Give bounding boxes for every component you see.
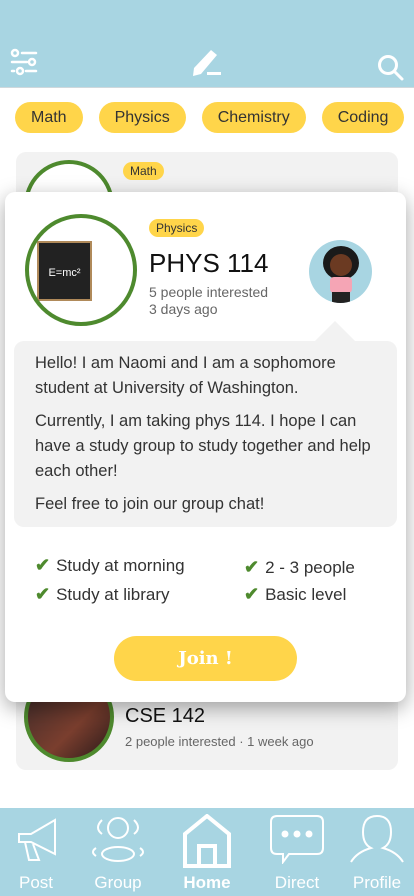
check-icon: ✔ xyxy=(244,584,260,604)
join-button[interactable]: Join ! xyxy=(114,636,297,681)
posted-time: 3 days ago xyxy=(149,301,218,317)
profile-icon xyxy=(350,815,404,863)
message-paragraph: Currently, I am taking phys 114. I hope … xyxy=(35,412,371,480)
card-tag: Math xyxy=(123,162,164,180)
top-bar xyxy=(0,0,414,88)
bottom-nav: Post Group Home Direct Profile xyxy=(0,808,414,896)
feature-item: ✔ 2 - 3 people xyxy=(244,557,355,577)
avatar[interactable] xyxy=(309,240,372,303)
nav-profile[interactable]: Profile xyxy=(337,814,414,892)
course-title: PHYS 114 xyxy=(149,248,269,278)
home-icon xyxy=(183,814,231,868)
check-icon: ✔ xyxy=(244,557,260,577)
group-detail-popup: E=mc² Physics PHYS 114 5 people interest… xyxy=(5,192,406,702)
megaphone-icon xyxy=(18,818,56,861)
interested-count: 5 people interested xyxy=(149,284,269,300)
subject-tag: Physics xyxy=(149,219,205,237)
group-icon xyxy=(92,817,144,862)
check-icon: ✔ xyxy=(35,555,51,575)
chip-math[interactable]: Math xyxy=(15,102,83,133)
card-title: CSE 142 xyxy=(125,705,206,727)
sliders-icon[interactable] xyxy=(10,48,38,81)
nav-post[interactable]: Post xyxy=(0,814,76,892)
nav-group[interactable]: Group xyxy=(78,814,158,892)
feature-item: ✔ Study at morning xyxy=(35,555,185,575)
message-paragraph: Feel free to join our group chat! xyxy=(35,495,265,513)
nav-direct[interactable]: Direct xyxy=(257,814,337,892)
category-chips: Math Physics Chemistry Coding xyxy=(15,102,405,133)
chat-icon xyxy=(270,815,324,864)
chip-physics[interactable]: Physics xyxy=(98,102,186,133)
card-meta: 2 people interested · 1 week ago xyxy=(125,734,314,749)
search-icon[interactable] xyxy=(377,54,405,87)
chip-chemistry[interactable]: Chemistry xyxy=(201,102,306,133)
chip-coding[interactable]: Coding xyxy=(321,102,405,133)
pencil-icon[interactable] xyxy=(191,48,223,83)
course-image: E=mc² xyxy=(25,214,137,326)
nav-home[interactable]: Home xyxy=(167,814,247,892)
check-icon: ✔ xyxy=(35,584,51,604)
message-bubble: Hello! I am Naomi and I am a sophomore s… xyxy=(14,321,397,527)
feature-item: ✔ Basic level xyxy=(244,584,347,604)
message-paragraph: Hello! I am Naomi and I am a sophomore s… xyxy=(35,354,336,397)
feature-item: ✔ Study at library xyxy=(35,584,170,604)
